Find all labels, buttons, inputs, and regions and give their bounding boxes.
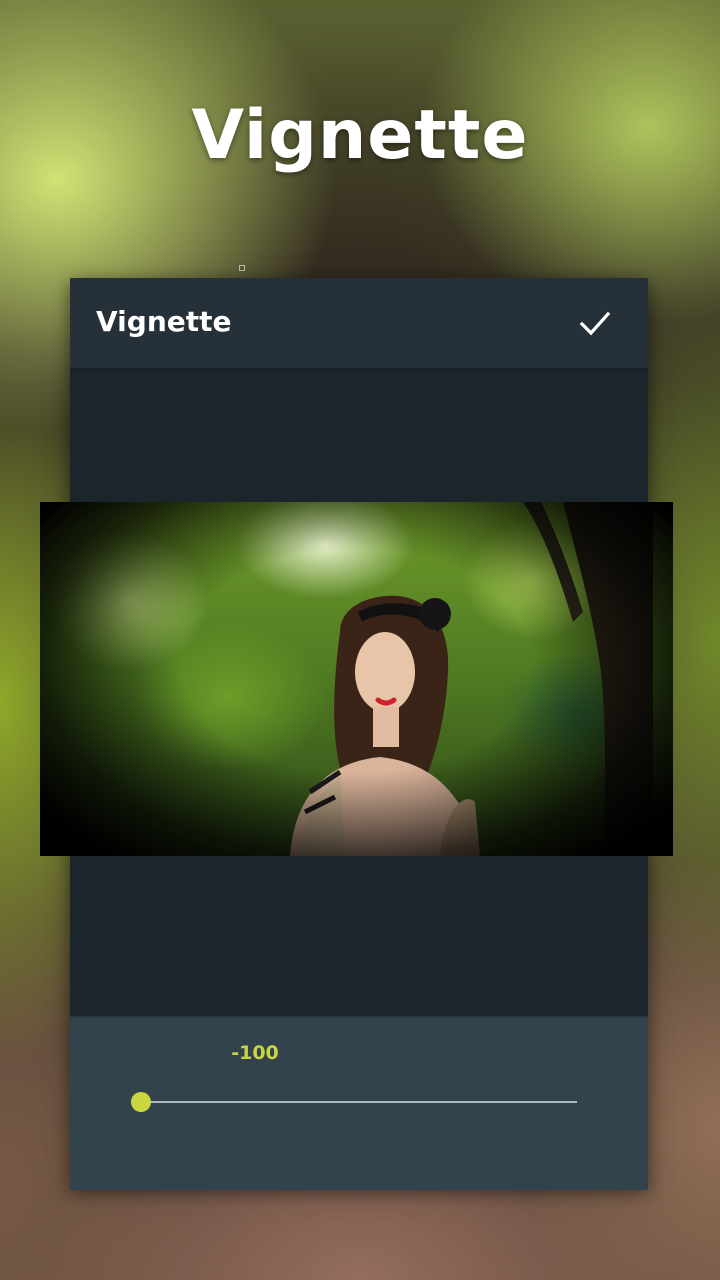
slider-value-label: -100: [231, 1042, 279, 1064]
photo-preview: [40, 502, 673, 856]
status-dot: [239, 265, 245, 271]
slider-thumb[interactable]: [131, 1092, 151, 1112]
toolbar: Vignette: [70, 278, 648, 370]
slider-panel: -100: [70, 1016, 648, 1190]
vignette-overlay: [40, 502, 673, 856]
confirm-button[interactable]: [572, 300, 618, 346]
checkmark-icon: [579, 311, 611, 336]
promo-title: Vignette: [191, 96, 529, 175]
toolbar-title: Vignette: [96, 305, 232, 338]
slider-track[interactable]: [141, 1101, 577, 1103]
